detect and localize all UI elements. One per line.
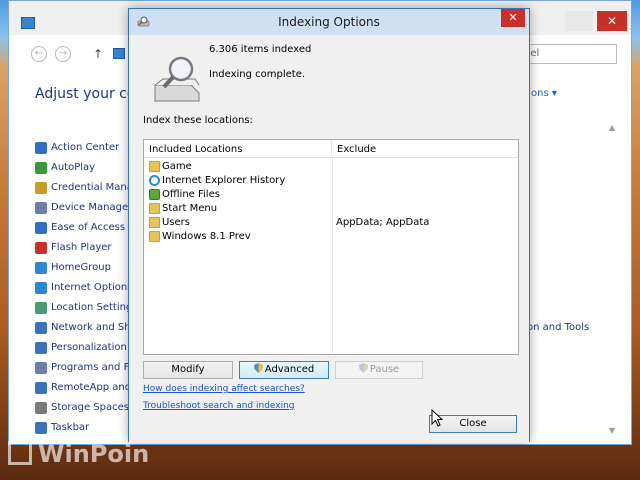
- watermark-text: WinPoin: [38, 440, 150, 468]
- troubleshoot-link[interactable]: Troubleshoot search and indexing: [143, 401, 295, 411]
- winpoin-logo-icon: [8, 441, 32, 465]
- up-arrow-icon[interactable]: ↑: [93, 47, 103, 61]
- location-name: Offline Files: [162, 189, 220, 200]
- location-row[interactable]: Windows 8.1 Prev: [144, 230, 518, 244]
- location-name: Windows 8.1 Prev: [162, 231, 251, 242]
- locations-table[interactable]: Included Locations Exclude Game Internet …: [143, 139, 519, 355]
- location-name: Start Menu: [162, 203, 218, 214]
- items-indexed-count: 6.306 items indexed: [209, 44, 312, 55]
- control-panel-item-label: Flash Player: [51, 242, 112, 253]
- watermark: WinPoin: [8, 440, 149, 468]
- control-panel-item-icon: [35, 262, 47, 274]
- control-panel-item-icon: [35, 362, 47, 374]
- location-row[interactable]: Start Menu: [144, 202, 518, 216]
- control-panel-item-label: AutoPlay: [51, 162, 96, 173]
- dialog-title: Indexing Options: [278, 15, 380, 29]
- view-by-dropdown[interactable]: ons ▾: [531, 88, 557, 99]
- shield-icon: [358, 363, 368, 373]
- control-panel-item-tools[interactable]: on and Tools: [527, 322, 589, 333]
- scroll-up-icon[interactable]: ▲: [609, 123, 615, 132]
- control-panel-item-label: Taskbar: [51, 422, 90, 433]
- control-panel-item-icon: [35, 282, 47, 294]
- pause-button-label: Pause: [369, 364, 400, 375]
- control-panel-item-label: Credential Manag: [51, 182, 140, 193]
- control-panel-item-icon: [35, 402, 47, 414]
- dialog-titlebar: Indexing Options ✕: [129, 9, 529, 35]
- location-row[interactable]: Internet Explorer History: [144, 174, 518, 188]
- folder-icon: [149, 231, 160, 242]
- location-row[interactable]: Users AppData; AppData: [144, 216, 518, 230]
- offline-files-icon: [149, 189, 160, 200]
- mouse-cursor-icon: [431, 409, 443, 427]
- indexing-magnifier-icon: [154, 56, 200, 102]
- control-panel-item-icon: [35, 142, 47, 154]
- how-indexing-affects-searches-link[interactable]: How does indexing affect searches?: [143, 384, 305, 394]
- control-panel-item-icon: [35, 222, 47, 234]
- modify-button[interactable]: Modify: [143, 361, 233, 379]
- search-input[interactable]: nel: [521, 44, 617, 64]
- control-panel-item-label: Device Manager: [51, 202, 133, 213]
- control-panel-item-icon: [35, 422, 47, 434]
- indexing-status: Indexing complete.: [209, 69, 306, 80]
- forward-arrow-icon[interactable]: →: [55, 46, 71, 62]
- control-panel-item-label: Location Settings: [51, 302, 138, 313]
- pause-button[interactable]: Pause: [335, 361, 423, 379]
- control-panel-item-label: Storage Spaces: [51, 402, 129, 413]
- advanced-button[interactable]: Advanced: [239, 361, 329, 379]
- control-panel-item-icon: [35, 342, 47, 354]
- control-panel-item-icon: [35, 242, 47, 254]
- location-exclude: AppData; AppData: [336, 217, 430, 228]
- locations-caption: Index these locations:: [143, 115, 253, 126]
- dialog-body: 6.306 items indexed Indexing complete. I…: [129, 35, 529, 443]
- back-arrow-icon[interactable]: ←: [31, 46, 47, 62]
- location-name: Internet Explorer History: [162, 175, 286, 186]
- control-panel-item-label: Personalization: [51, 342, 127, 353]
- control-panel-item-icon: [35, 322, 47, 334]
- advanced-button-label: Advanced: [264, 364, 315, 375]
- dialog-close-icon[interactable]: ✕: [501, 9, 525, 27]
- control-panel-item-icon: [35, 182, 47, 194]
- control-panel-item-label: HomeGroup: [51, 262, 111, 273]
- minimize-button[interactable]: [565, 11, 593, 31]
- folder-icon: [149, 203, 160, 214]
- control-panel-location-icon: [113, 48, 125, 59]
- location-name: Game: [162, 161, 192, 172]
- control-panel-icon: [21, 17, 35, 29]
- location-row[interactable]: Game: [144, 160, 518, 174]
- control-panel-item-icon: [35, 382, 47, 394]
- close-window-button[interactable]: ✕: [597, 11, 627, 31]
- folder-icon: [149, 161, 160, 172]
- location-row[interactable]: Offline Files: [144, 188, 518, 202]
- control-panel-item-icon: [35, 202, 47, 214]
- control-panel-item-icon: [35, 302, 47, 314]
- folder-icon: [149, 217, 160, 228]
- column-header-included[interactable]: Included Locations: [144, 140, 332, 158]
- control-panel-item-label: Action Center: [51, 142, 120, 153]
- indexing-options-dialog: Indexing Options ✕ 6.306 items indexed I…: [128, 8, 530, 443]
- control-panel-item-icon: [35, 162, 47, 174]
- column-header-exclude[interactable]: Exclude: [332, 140, 518, 158]
- location-name: Users: [162, 217, 191, 228]
- scroll-down-icon[interactable]: ▼: [609, 426, 615, 435]
- internet-explorer-icon: [149, 175, 160, 186]
- shield-icon: [253, 363, 263, 373]
- control-panel-item-label: Internet Options: [51, 282, 133, 293]
